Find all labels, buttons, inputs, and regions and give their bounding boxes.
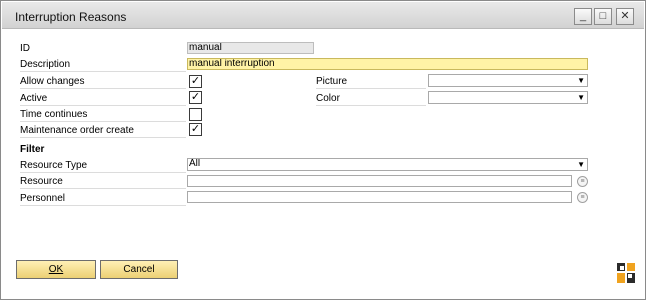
divider	[20, 172, 186, 173]
maximize-button[interactable]: □	[594, 8, 612, 25]
maintenance-order-create-checkbox[interactable]: ✓	[189, 123, 202, 136]
ok-button[interactable]: OK	[16, 260, 96, 279]
personnel-field[interactable]	[187, 191, 572, 203]
allow-changes-checkbox[interactable]: ✓	[189, 75, 202, 88]
active-checkbox[interactable]: ✓	[189, 91, 202, 104]
maximize-icon: □	[599, 10, 607, 22]
cancel-button[interactable]: Cancel	[100, 260, 178, 279]
id-field[interactable]: manual	[187, 42, 314, 54]
time-continues-label: Time continues	[20, 109, 88, 120]
picture-label: Picture	[316, 76, 348, 87]
resource-type-value: All	[189, 158, 201, 169]
color-label: Color	[316, 93, 340, 104]
resource-type-label: Resource Type	[20, 160, 88, 171]
divider	[20, 71, 186, 72]
title-bar[interactable]: Interruption Reasons _ □ ✕	[2, 2, 644, 29]
divider	[20, 205, 186, 206]
sap-business-one-logo-icon	[617, 263, 635, 283]
arrow-down-icon: ▼	[577, 76, 585, 85]
list-browse-icon[interactable]: ≡	[577, 176, 588, 187]
close-button[interactable]: ✕	[616, 8, 634, 25]
cancel-button-label: Cancel	[123, 264, 155, 275]
list-browse-icon[interactable]: ≡	[577, 192, 588, 203]
arrow-down-icon: ▼	[577, 160, 585, 169]
divider	[316, 88, 426, 89]
interruption-reasons-window: Interruption Reasons _ □ ✕ ID manual Des…	[0, 0, 646, 300]
ok-button-label: OK	[48, 264, 64, 275]
maintenance-order-create-label: Maintenance order create	[20, 125, 134, 136]
id-label: ID	[20, 43, 30, 54]
minimize-icon: _	[579, 10, 587, 22]
divider	[316, 105, 426, 106]
personnel-label: Personnel	[20, 193, 66, 204]
arrow-down-icon: ▼	[577, 93, 585, 102]
description-label: Description	[20, 59, 71, 70]
time-continues-checkbox[interactable]	[189, 108, 202, 121]
description-field[interactable]: manual interruption	[187, 58, 588, 70]
divider	[20, 121, 186, 122]
close-icon: ✕	[620, 10, 630, 22]
check-icon: ✓	[190, 123, 201, 135]
active-label: Active	[20, 93, 48, 104]
resource-field[interactable]	[187, 175, 572, 187]
divider	[20, 105, 186, 106]
divider	[20, 88, 186, 89]
minimize-button[interactable]: _	[574, 8, 592, 25]
picture-dropdown[interactable]: ▼	[428, 74, 588, 87]
color-dropdown[interactable]: ▼	[428, 91, 588, 104]
allow-changes-label: Allow changes	[20, 76, 85, 87]
window-title: Interruption Reasons	[15, 10, 127, 24]
check-icon: ✓	[190, 91, 201, 103]
divider	[20, 137, 186, 138]
check-icon: ✓	[190, 75, 201, 87]
resource-type-dropdown[interactable]: All ▼	[187, 158, 588, 171]
resource-label: Resource	[20, 176, 63, 187]
divider	[20, 188, 186, 189]
filter-heading: Filter	[20, 144, 45, 155]
